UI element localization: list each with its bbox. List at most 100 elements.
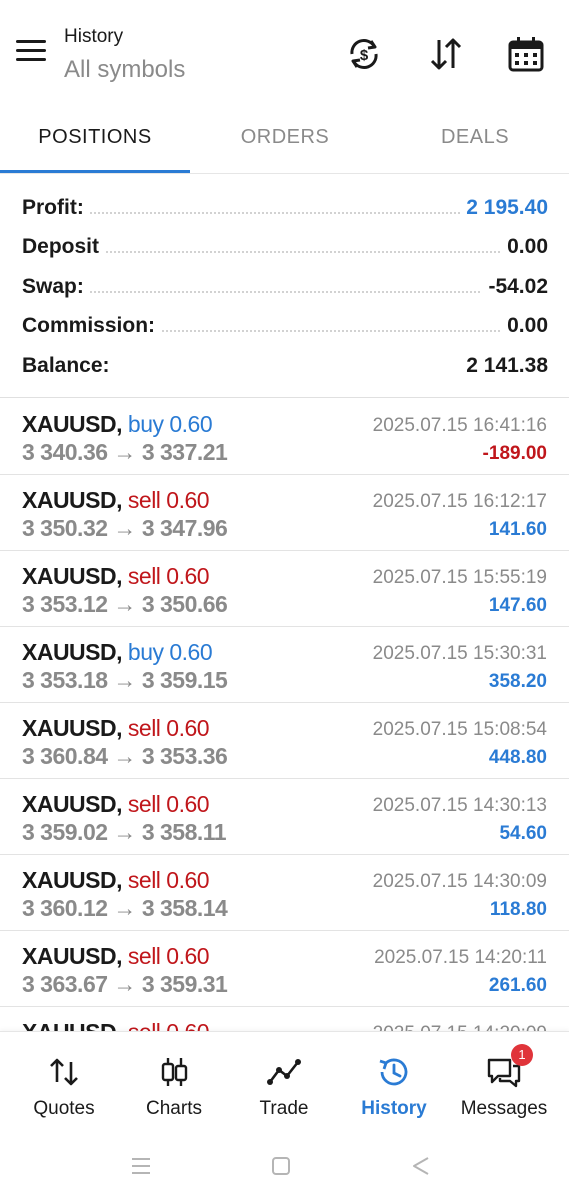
calendar-icon[interactable] <box>506 34 546 74</box>
trade-profit: -189.00 <box>482 443 547 464</box>
tab-deals[interactable]: DEALS <box>380 110 569 172</box>
open-price: 3 360.84 <box>22 743 108 769</box>
trade-row[interactable]: XAUUSD, sell 0.60 3 360.84 → 3 353.36 2025… <box>0 703 569 779</box>
symbol-name: XAUUSD, <box>22 715 123 741</box>
summary-deposit-row: Deposit 0.00 <box>22 231 548 267</box>
trade-profit: 141.60 <box>488 519 547 540</box>
trade-time: 2025.07.15 14:30:09 <box>372 871 547 892</box>
active-tab-indicator <box>0 170 190 173</box>
summary-commission-row: Commission: 0.00 <box>22 310 548 346</box>
trade-symbol: XAUUSD, sell 0.60 <box>22 867 210 894</box>
trade-prices: 3 360.84 → 3 353.36 <box>22 743 228 770</box>
nav-messages-label: Messages <box>460 1098 548 1119</box>
arrow-icon: → <box>113 439 136 465</box>
trade-time: 2025.07.15 15:08:54 <box>372 719 547 740</box>
sort-icon[interactable] <box>426 34 466 74</box>
arrow-icon: → <box>113 591 136 617</box>
page-title: History <box>64 26 124 47</box>
swap-value: -54.02 <box>482 275 548 299</box>
trade-direction: buy 0.60 <box>127 639 213 665</box>
trade-time: 2025.07.15 16:12:17 <box>372 491 547 512</box>
currency-exchange-icon[interactable]: $ <box>344 34 384 74</box>
tab-orders[interactable]: ORDERS <box>190 110 380 172</box>
history-tabs: POSITIONS ORDERS DEALS <box>0 110 569 174</box>
quotes-icon <box>50 1058 78 1086</box>
nav-quotes[interactable]: Quotes <box>9 1032 119 1132</box>
open-price: 3 359.02 <box>22 819 108 845</box>
trade-row[interactable]: XAUUSD, buy 0.60 3 340.36 → 3 337.21 2025.… <box>0 399 569 475</box>
trade-profit: 261.60 <box>488 975 547 996</box>
trade-symbol: XAUUSD, sell 0.60 <box>22 943 210 970</box>
trade-prices: 3 359.02 → 3 358.11 <box>22 819 227 846</box>
trade-time: 2025.07.15 16:41:16 <box>372 415 547 436</box>
trade-prices: 3 353.12 → 3 350.66 <box>22 591 228 618</box>
trade-symbol: XAUUSD, sell 0.60 <box>22 487 210 514</box>
deposit-label: Deposit <box>22 235 106 259</box>
home-icon[interactable] <box>268 1153 294 1179</box>
recent-apps-icon[interactable] <box>128 1153 154 1179</box>
arrow-icon: → <box>113 743 136 769</box>
trade-direction: sell 0.60 <box>127 563 210 589</box>
trade-row[interactable]: XAUUSD, sell 0.60 3 353.12 → 3 350.66 2025… <box>0 551 569 627</box>
menu-icon[interactable] <box>16 40 48 66</box>
trade-profit: 147.60 <box>488 595 547 616</box>
summary-swap-row: Swap: -54.02 <box>22 271 548 307</box>
trade-direction: sell 0.60 <box>127 487 210 513</box>
trade-row[interactable]: XAUUSD, sell 0.60 3 360.12 → 3 358.14 2025… <box>0 855 569 931</box>
close-price: 3 347.96 <box>141 515 228 541</box>
open-price: 3 363.67 <box>22 971 108 997</box>
summary-profit-row: Profit: 2 195.40 <box>22 192 548 228</box>
trade-symbol: XAUUSD, buy 0.60 <box>22 639 213 666</box>
close-price: 3 337.21 <box>141 439 228 465</box>
system-navigation-bar <box>0 1131 569 1200</box>
trade-row[interactable]: XAUUSD, buy 0.60 3 353.18 → 3 359.15 2025.… <box>0 627 569 703</box>
arrow-icon: → <box>113 515 136 541</box>
balance-label: Balance: <box>22 354 116 378</box>
tab-positions[interactable]: POSITIONS <box>0 110 190 172</box>
open-price: 3 353.12 <box>22 591 108 617</box>
trade-prices: 3 360.12 → 3 358.14 <box>22 895 228 922</box>
trade-profit: 118.80 <box>489 899 547 920</box>
arrow-icon: → <box>113 971 136 997</box>
symbol-name: XAUUSD, <box>22 1019 123 1031</box>
commission-label: Commission: <box>22 314 162 338</box>
close-price: 3 353.36 <box>141 743 228 769</box>
close-price: 3 350.66 <box>141 591 228 617</box>
trade-prices: 3 350.32 → 3 347.96 <box>22 515 228 542</box>
nav-messages[interactable]: 1 Messages <box>449 1032 559 1132</box>
trade-profit: 358.20 <box>488 671 547 692</box>
nav-trade[interactable]: Trade <box>229 1032 339 1132</box>
profit-label: Profit: <box>22 196 90 220</box>
nav-charts-label: Charts <box>146 1098 202 1119</box>
symbol-filter[interactable]: All symbols <box>64 56 185 84</box>
trade-row[interactable]: XAUUSD, sell 0.60 2025.07.15 14:20:09 <box>0 1007 569 1031</box>
trade-row[interactable]: XAUUSD, sell 0.60 3 359.02 → 3 358.11 2025… <box>0 779 569 855</box>
back-icon[interactable] <box>408 1153 434 1179</box>
trade-direction: sell 0.60 <box>127 867 210 893</box>
close-price: 3 358.14 <box>141 895 228 921</box>
trade-symbol: XAUUSD, sell 0.60 <box>22 791 210 818</box>
trade-prices: 3 363.67 → 3 359.31 <box>22 971 228 998</box>
arrow-icon: → <box>113 895 136 921</box>
trade-direction: sell 0.60 <box>127 943 210 969</box>
deposit-value: 0.00 <box>501 235 548 259</box>
commission-value: 0.00 <box>501 314 548 338</box>
history-icon <box>379 1058 408 1086</box>
nav-history[interactable]: History <box>339 1032 449 1132</box>
open-price: 3 340.36 <box>22 439 108 465</box>
trade-time: 2025.07.15 14:20:11 <box>374 947 547 968</box>
trade-direction: sell 0.60 <box>127 791 210 817</box>
symbol-name: XAUUSD, <box>22 563 123 589</box>
nav-charts[interactable]: Charts <box>119 1032 229 1132</box>
trade-row[interactable]: XAUUSD, sell 0.60 3 350.32 → 3 347.96 2025… <box>0 475 569 551</box>
trade-direction: sell 0.60 <box>127 715 210 741</box>
positions-list[interactable]: XAUUSD, buy 0.60 3 340.36 → 3 337.21 2025.… <box>0 399 569 1031</box>
trade-prices: 3 353.18 → 3 359.15 <box>22 667 228 694</box>
close-price: 3 359.15 <box>141 667 228 693</box>
arrow-icon: → <box>113 667 136 693</box>
trade-profit: 448.80 <box>488 747 547 768</box>
trade-symbol: XAUUSD, sell 0.60 <box>22 563 210 590</box>
symbol-name: XAUUSD, <box>22 487 123 513</box>
trade-direction: sell 0.60 <box>128 1019 210 1031</box>
trade-row[interactable]: XAUUSD, sell 0.60 3 363.67 → 3 359.31 2025… <box>0 931 569 1007</box>
